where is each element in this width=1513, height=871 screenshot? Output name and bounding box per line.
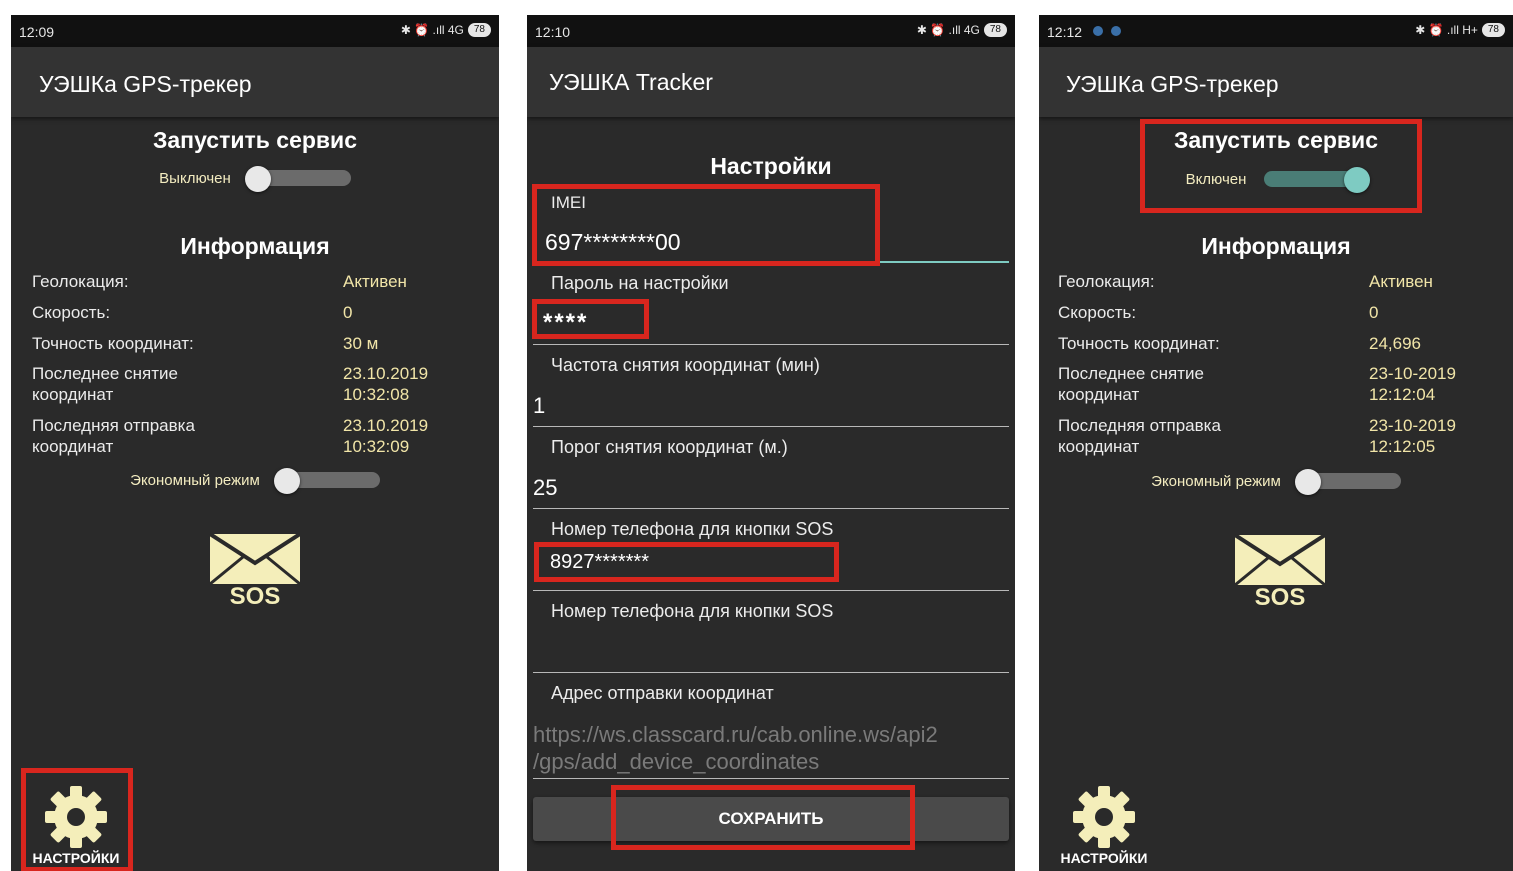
eco-switch[interactable] xyxy=(273,468,380,494)
info-title: Информация xyxy=(1201,233,1351,259)
envelope-icon xyxy=(1233,533,1327,587)
info-label: Последнее снятие координат xyxy=(32,364,178,404)
switch-thumb xyxy=(244,166,271,192)
service-toggle-row: Выключен xyxy=(11,166,499,192)
app-bar: УЭШКА Tracker xyxy=(527,47,1015,117)
info-value: 23.10.2019 10:32:09 xyxy=(343,416,429,456)
service-switch[interactable] xyxy=(244,166,351,192)
status-icons: ✱ ⏰ .ıll 4G 78 xyxy=(401,23,491,37)
highlight-box xyxy=(21,768,133,871)
info-value: 0 xyxy=(1369,303,1379,322)
app-title: УЭШКа GPS-трекер xyxy=(1066,71,1279,97)
app-bar: УЭШКа GPS-трекер xyxy=(11,47,499,117)
info-value: 23-10-2019 12:12:05 xyxy=(1369,416,1456,456)
info-value: 30 м xyxy=(343,334,379,353)
info-value: 23-10-2019 12:12:04 xyxy=(1369,364,1456,404)
status-icons-text: ✱ ⏰ .ıll 4G xyxy=(916,23,980,37)
info-value: 24,696 xyxy=(1369,334,1421,353)
battery-icon: 78 xyxy=(467,23,491,37)
sos-button[interactable]: SOS xyxy=(1233,533,1327,614)
highlight-box xyxy=(611,785,915,850)
notification-icon xyxy=(1093,26,1103,36)
sos-phone-field-2[interactable]: Номер телефона для кнопки SOS xyxy=(533,591,1009,673)
service-title: Запустить сервис xyxy=(152,127,357,153)
info-value: Активен xyxy=(1369,272,1433,291)
gear-icon xyxy=(1073,786,1135,848)
notification-icon xyxy=(1111,26,1121,36)
info-value: Активен xyxy=(343,272,407,291)
sos-button[interactable]: SOS xyxy=(208,532,302,613)
field-label: Номер телефона для кнопки SOS xyxy=(551,601,834,621)
status-bar: 12:12 ✱ ⏰ .ıll H+ 78 xyxy=(1039,15,1513,47)
field-label: Адрес отправки координат xyxy=(551,683,774,703)
status-icons: ✱ ⏰ .ıll H+ 78 xyxy=(1415,23,1505,37)
status-time: 12:10 xyxy=(535,24,571,40)
status-bar: 12:10 ✱ ⏰ .ıll 4G 78 xyxy=(527,15,1015,47)
battery-icon: 78 xyxy=(1481,23,1505,37)
status-icons-text: ✱ ⏰ .ıll H+ xyxy=(1415,23,1478,37)
sos-label: SOS xyxy=(1254,584,1306,611)
field-value: 1 xyxy=(533,393,546,418)
status-icons-text: ✱ ⏰ .ıll 4G xyxy=(400,23,464,37)
settings-button[interactable]: НАСТРОЙКИ xyxy=(1049,768,1159,868)
field-label: Порог снятия координат (м.) xyxy=(551,437,788,457)
info-label: Последняя отправка координат xyxy=(1058,416,1221,456)
threshold-field[interactable]: Порог снятия координат (м.) 25 xyxy=(533,427,1009,509)
frequency-field[interactable]: Частота снятия координат (мин) 1 xyxy=(533,345,1009,427)
eco-switch[interactable] xyxy=(1294,469,1401,495)
switch-thumb xyxy=(1294,469,1321,495)
field-label: Частота снятия координат (мин) xyxy=(551,355,820,375)
service-state-label: Выключен xyxy=(159,169,231,187)
eco-toggle-row: Экономный режим xyxy=(1039,469,1513,495)
status-time: 12:12 xyxy=(1047,24,1083,40)
sos-label: SOS xyxy=(229,583,281,610)
eco-toggle-row: Экономный режим xyxy=(11,468,499,494)
info-label: Последняя отправка координат xyxy=(32,416,195,456)
envelope-icon xyxy=(208,532,302,586)
info-label: Геолокация: xyxy=(32,272,129,291)
field-value: 25 xyxy=(533,475,558,500)
highlight-box xyxy=(532,184,880,266)
eco-label: Экономный режим xyxy=(130,471,260,489)
phone-screen-main-off: 12:09 ✱ ⏰ .ıll 4G 78 УЭШКа GPS-трекер За… xyxy=(11,15,499,871)
status-time: 12:09 xyxy=(19,24,55,40)
settings-label: НАСТРОЙКИ xyxy=(1060,850,1148,866)
highlight-box xyxy=(534,542,839,582)
field-label: Пароль на настройки xyxy=(551,273,729,293)
phone-screen-settings: 12:10 ✱ ⏰ .ıll 4G 78 УЭШКА Tracker Настр… xyxy=(527,15,1015,871)
field-value: https://ws.classcard.ru/cab.online.ws/ap… xyxy=(533,722,938,774)
field-label: Номер телефона для кнопки SOS xyxy=(551,519,834,539)
app-bar: УЭШКа GPS-трекер xyxy=(1039,47,1513,117)
app-title: УЭШКа GPS-трекер xyxy=(39,71,252,97)
info-label: Скорость: xyxy=(1058,303,1137,322)
highlight-box xyxy=(532,299,649,339)
highlight-box xyxy=(1140,119,1422,213)
address-field[interactable]: Адрес отправки координат https://ws.clas… xyxy=(533,673,1009,779)
status-bar: 12:09 ✱ ⏰ .ıll 4G 78 xyxy=(11,15,499,47)
info-label: Точность координат: xyxy=(32,334,194,353)
phone-screen-main-on: 12:12 ✱ ⏰ .ıll H+ 78 УЭШКа GPS-трекер За… xyxy=(1039,15,1513,871)
info-label: Точность координат: xyxy=(1058,334,1220,353)
battery-icon: 78 xyxy=(983,23,1007,37)
info-label: Скорость: xyxy=(32,303,111,322)
info-title: Информация xyxy=(180,233,330,259)
info-value: 23.10.2019 10:32:08 xyxy=(343,364,429,404)
eco-label: Экономный режим xyxy=(1151,472,1281,490)
info-label: Последнее снятие координат xyxy=(1058,364,1204,404)
info-value: 0 xyxy=(343,303,353,322)
app-title: УЭШКА Tracker xyxy=(549,69,713,95)
switch-thumb xyxy=(273,468,300,494)
info-label: Геолокация: xyxy=(1058,272,1155,291)
status-icons: ✱ ⏰ .ıll 4G 78 xyxy=(917,23,1007,37)
